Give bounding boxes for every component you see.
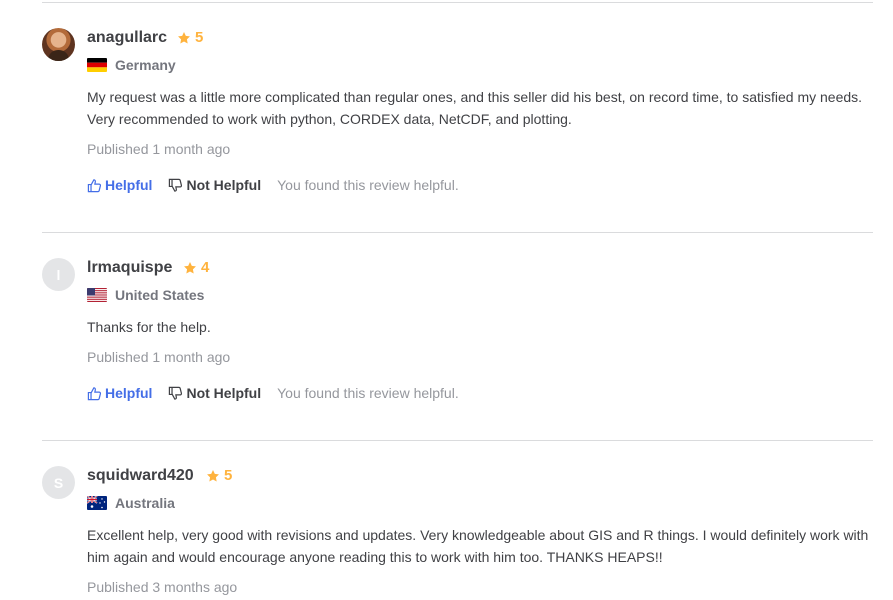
reviewer-country: United States xyxy=(87,286,204,304)
feedback-message: You found this review helpful. xyxy=(277,177,459,193)
helpful-label: Helpful xyxy=(105,177,153,193)
reviewer-username[interactable]: anagullarc xyxy=(87,28,167,48)
rating-value: 5 xyxy=(195,29,204,46)
thumbs-down-icon xyxy=(169,386,183,400)
avatar[interactable]: S xyxy=(42,466,75,499)
helpful-label: Helpful xyxy=(105,385,153,401)
review-text: Thanks for the help. xyxy=(87,319,211,335)
review-actions: Helpful Not Helpful You found this revie… xyxy=(87,384,459,402)
avatar[interactable] xyxy=(42,28,75,61)
rating: 4 xyxy=(183,259,209,277)
review-text: Excellent help, very good with revisions… xyxy=(87,527,869,565)
reviewer-country: Germany xyxy=(87,56,176,74)
review-divider xyxy=(42,2,873,3)
rating-value: 4 xyxy=(201,259,210,276)
review-text: My request was a little more complicated… xyxy=(87,89,863,127)
not-helpful-label: Not Helpful xyxy=(186,385,262,401)
avatar-letter: l xyxy=(56,266,61,283)
avatar-letter: S xyxy=(53,474,64,491)
thumbs-down-icon xyxy=(169,178,183,192)
country-name: Australia xyxy=(115,495,175,511)
helpful-button[interactable]: Helpful xyxy=(87,384,152,402)
star-icon xyxy=(207,470,219,482)
feedback-message: You found this review helpful. xyxy=(277,385,459,401)
united-states-flag-icon xyxy=(87,288,107,302)
review-divider xyxy=(42,440,873,441)
review-divider xyxy=(42,232,873,233)
reviewer-country: Australia xyxy=(87,494,175,512)
helpful-button[interactable]: Helpful xyxy=(87,176,152,194)
thumbs-up-icon xyxy=(87,386,102,400)
published-date: Published 1 month ago xyxy=(87,141,231,157)
not-helpful-button[interactable]: Not Helpful xyxy=(168,176,261,194)
country-name: Germany xyxy=(115,57,176,73)
australia-flag-icon xyxy=(87,496,107,510)
thumbs-up-icon xyxy=(87,178,102,192)
published-date: Published 1 month ago xyxy=(87,349,231,365)
not-helpful-label: Not Helpful xyxy=(186,177,262,193)
rating: 5 xyxy=(206,467,232,485)
published-date: Published 3 months ago xyxy=(87,579,238,595)
avatar[interactable]: l xyxy=(42,258,75,291)
reviewer-username[interactable]: lrmaquispe xyxy=(87,258,172,278)
reviewer-username[interactable]: squidward420 xyxy=(87,466,194,486)
rating-value: 5 xyxy=(224,467,233,484)
star-icon xyxy=(184,262,196,274)
country-name: United States xyxy=(115,287,205,303)
germany-flag-icon xyxy=(87,58,107,72)
not-helpful-button[interactable]: Not Helpful xyxy=(168,384,261,402)
rating: 5 xyxy=(177,29,203,47)
review-actions: Helpful Not Helpful You found this revie… xyxy=(87,176,459,194)
star-icon xyxy=(178,32,190,44)
